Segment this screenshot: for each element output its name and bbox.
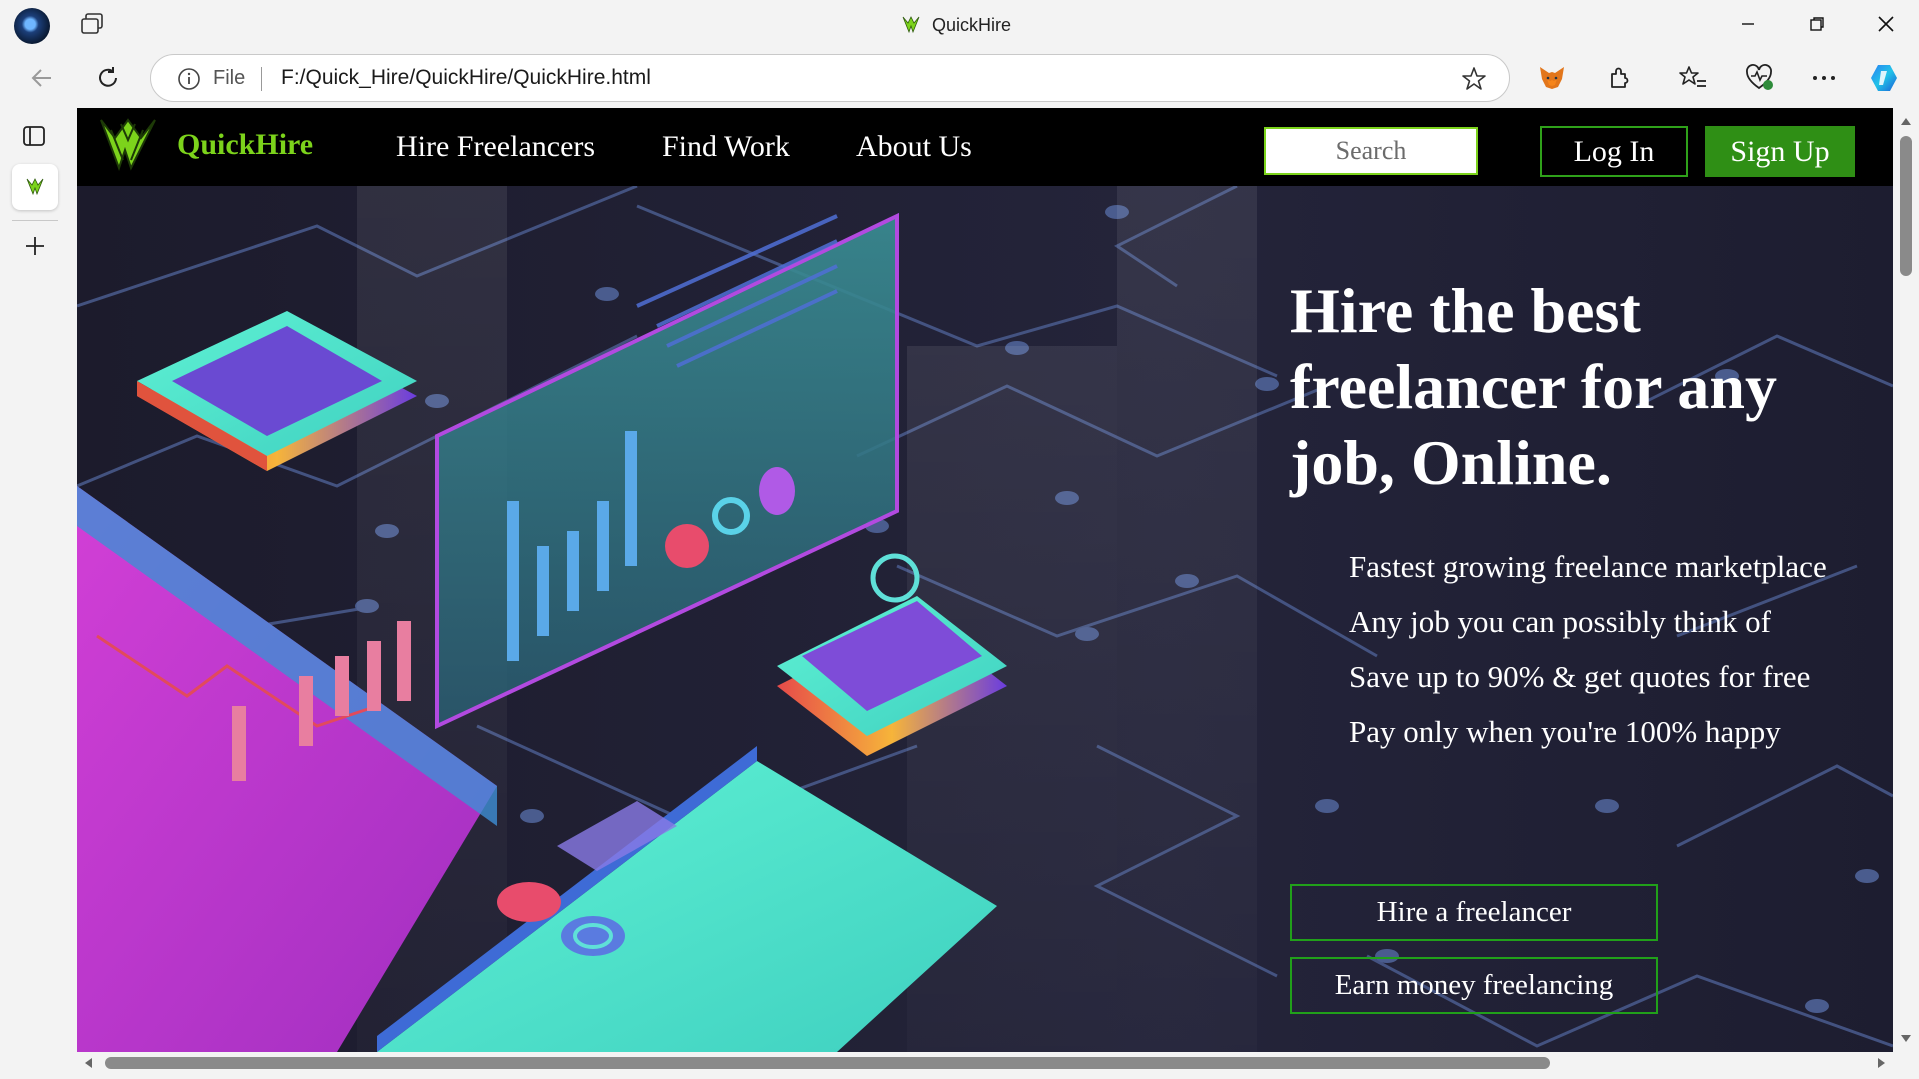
close-button[interactable] <box>1866 8 1906 40</box>
new-tab-plus-icon[interactable] <box>23 234 47 258</box>
restore-icon <box>1810 17 1824 31</box>
login-button[interactable]: Log In <box>1540 126 1688 177</box>
close-icon <box>1878 16 1894 32</box>
back-arrow-icon <box>31 69 51 87</box>
browser-essentials-button[interactable] <box>1744 62 1776 94</box>
nav-hire-freelancers[interactable]: Hire Freelancers <box>396 130 595 164</box>
signup-button[interactable]: Sign Up <box>1705 126 1855 177</box>
feature-list: Fastest growing freelance marketplace An… <box>1349 539 1827 759</box>
address-bar[interactable]: File F:/Quick_Hire/QuickHire/QuickHire.h… <box>150 54 1510 102</box>
minimize-button[interactable] <box>1728 8 1768 40</box>
tab-divider <box>12 220 58 221</box>
window-title: QuickHire <box>900 12 1011 38</box>
list-item: Fastest growing freelance marketplace <box>1349 549 1827 584</box>
quickhire-logo[interactable] <box>97 116 159 178</box>
vertical-scrollbar[interactable] <box>1893 108 1919 1052</box>
scroll-down-icon[interactable] <box>1900 1034 1912 1044</box>
refresh-icon <box>99 67 117 87</box>
url-text[interactable]: F:/Quick_Hire/QuickHire/QuickHire.html <box>281 66 651 90</box>
toolbar: File F:/Quick_Hire/QuickHire/QuickHire.h… <box>0 48 1919 108</box>
tab-quickhire[interactable] <box>12 164 58 210</box>
more-menu-button[interactable] <box>1808 62 1840 94</box>
browser-essentials-icon <box>1746 64 1773 90</box>
extensions-icon <box>1611 67 1629 88</box>
title-bar: QuickHire <box>0 0 1919 48</box>
info-icon[interactable] <box>177 67 201 91</box>
hire-freelancer-button[interactable]: Hire a freelancer <box>1290 884 1658 941</box>
address-separator <box>261 67 262 91</box>
copilot-icon <box>1871 65 1897 91</box>
hero-section: Hire the best freelancer for any job, On… <box>77 186 1893 1052</box>
restore-button[interactable] <box>1797 8 1837 40</box>
list-item: Any job you can possibly think of <box>1349 604 1771 639</box>
earn-money-button[interactable]: Earn money freelancing <box>1290 957 1658 1014</box>
back-button[interactable] <box>26 62 58 94</box>
vertical-scroll-thumb[interactable] <box>1900 136 1912 276</box>
metamask-extension[interactable] <box>1536 62 1568 94</box>
more-icon <box>1813 76 1835 80</box>
horizontal-scrollbar[interactable] <box>77 1052 1893 1074</box>
extensions-button[interactable] <box>1604 62 1636 94</box>
list-item: Pay only when you're 100% happy <box>1349 714 1781 749</box>
site-favicon-icon <box>26 178 44 196</box>
favorites-button[interactable] <box>1677 62 1709 94</box>
nav-find-work[interactable]: Find Work <box>662 130 790 164</box>
scroll-left-icon[interactable] <box>83 1057 93 1069</box>
horizontal-scroll-thumb[interactable] <box>105 1057 1550 1069</box>
browser-window: QuickHire File F:/Quick_Hire/QuickHire/Q… <box>0 0 1919 1079</box>
minimize-icon <box>1742 23 1754 25</box>
window-title-text: QuickHire <box>932 14 1012 35</box>
search-input[interactable] <box>1264 127 1478 175</box>
scroll-up-icon[interactable] <box>1900 116 1912 126</box>
scheme-label: File <box>213 67 246 89</box>
nav-about-us[interactable]: About Us <box>856 130 972 164</box>
sidebar-toggle-icon[interactable] <box>22 124 46 148</box>
hero-headline: Hire the best freelancer for any job, On… <box>1290 275 1777 498</box>
page-viewport: QuickHire Hire Freelancers Find Work Abo… <box>77 108 1893 1052</box>
metamask-fox-icon <box>1540 67 1564 89</box>
star-icon[interactable] <box>1461 66 1487 92</box>
list-item: Save up to 90% & get quotes for free <box>1349 659 1811 694</box>
tab-actions-icon[interactable] <box>80 12 106 36</box>
brand-name[interactable]: QuickHire <box>177 128 313 162</box>
scroll-right-icon[interactable] <box>1877 1057 1887 1069</box>
site-favicon-icon <box>902 16 920 34</box>
favorites-icon <box>1679 66 1706 87</box>
copilot-button[interactable] <box>1868 62 1900 94</box>
refresh-button[interactable] <box>92 62 124 94</box>
site-header: QuickHire Hire Freelancers Find Work Abo… <box>77 108 1893 186</box>
vertical-tab-strip <box>0 108 72 1079</box>
profile-avatar[interactable] <box>14 8 50 44</box>
